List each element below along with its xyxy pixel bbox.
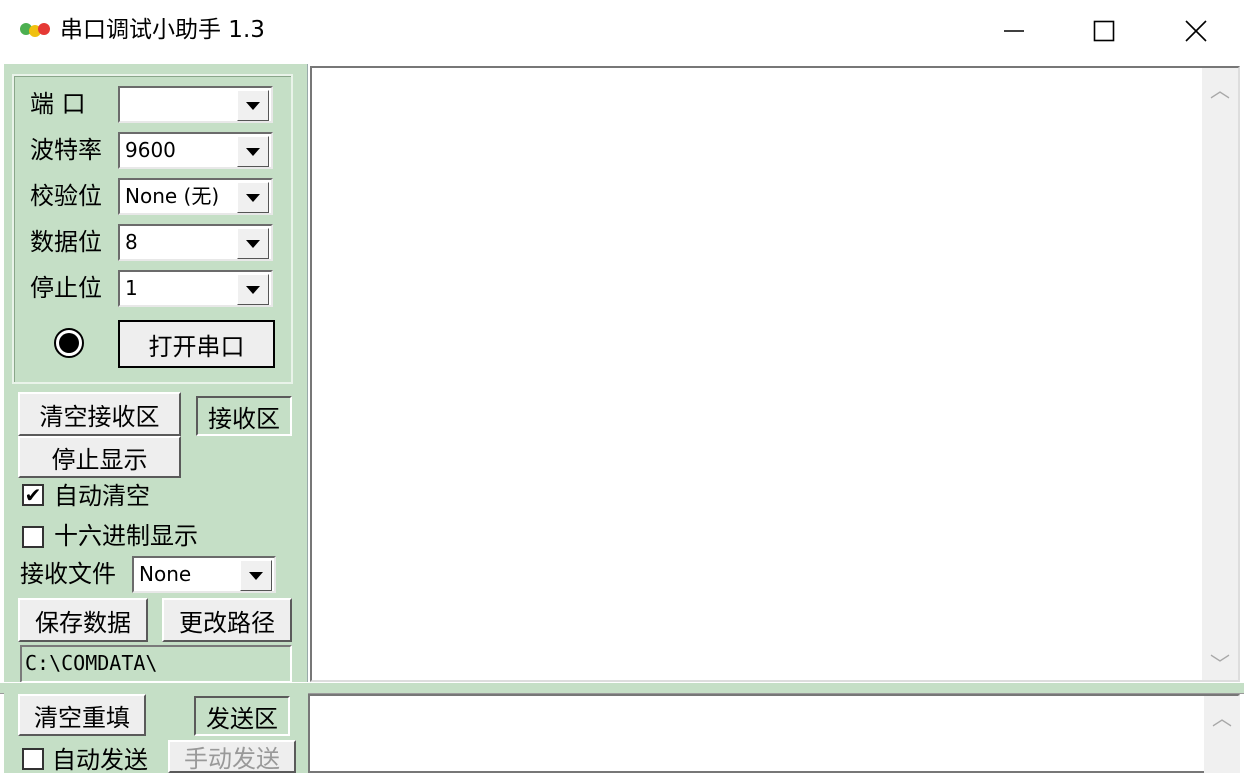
databits-label: 数据位 (30, 228, 102, 256)
chevron-down-icon (246, 239, 260, 248)
scroll-down-icon[interactable]: ﹀ (1210, 648, 1230, 677)
receive-file-dropdown-button[interactable] (240, 560, 272, 591)
close-button[interactable] (1150, 0, 1242, 62)
parity-label: 校验位 (30, 182, 102, 210)
maximize-button[interactable] (1058, 0, 1150, 62)
stopbits-select[interactable]: 1 (118, 270, 273, 307)
app-logo-icon (20, 23, 50, 37)
receive-scrollbar[interactable]: ︿ ﹀ (1202, 68, 1238, 680)
clear-send-button[interactable]: 清空重填 (18, 694, 146, 736)
close-icon (1185, 20, 1207, 42)
port-status-indicator-icon (54, 328, 84, 358)
clear-receive-button[interactable]: 清空接收区 (18, 392, 181, 436)
chevron-down-icon (249, 571, 263, 580)
chevron-down-icon (246, 101, 260, 110)
port-select[interactable] (118, 86, 273, 123)
stopbits-label: 停止位 (30, 274, 102, 302)
chevron-down-icon (246, 193, 260, 202)
stopbits-value: 1 (125, 276, 138, 300)
hex-display-checkbox[interactable] (22, 526, 44, 548)
baud-label: 波特率 (30, 136, 102, 164)
minimize-icon (1004, 30, 1024, 32)
scroll-up-icon[interactable]: ︿ (1212, 702, 1232, 731)
send-area-button[interactable]: 发送区 (194, 696, 290, 736)
baud-select[interactable]: 9600 (118, 132, 273, 169)
databits-value: 8 (125, 230, 138, 254)
parity-select[interactable]: None (无) (118, 178, 273, 215)
change-path-button[interactable]: 更改路径 (162, 598, 292, 642)
parity-value: None (无) (125, 184, 220, 208)
hex-display-label: 十六进制显示 (54, 522, 198, 550)
chevron-down-icon (246, 147, 260, 156)
port-dropdown-button[interactable] (237, 90, 269, 121)
auto-clear-checkbox[interactable]: ✔ (22, 484, 44, 506)
window-title: 串口调试小助手 1.3 (60, 17, 265, 43)
minimize-button[interactable] (968, 0, 1060, 62)
save-data-button[interactable]: 保存数据 (18, 598, 148, 642)
receive-area-button[interactable]: 接收区 (196, 396, 292, 436)
databits-select[interactable]: 8 (118, 224, 273, 261)
receive-textarea[interactable] (310, 66, 1240, 682)
receive-file-value: None (139, 562, 192, 586)
save-path-display: C:\COMDATA\ (20, 645, 292, 683)
baud-dropdown-button[interactable] (237, 136, 269, 167)
auto-send-label: 自动发送 (52, 746, 148, 774)
maximize-icon (1093, 20, 1115, 42)
send-textarea[interactable] (308, 694, 1240, 773)
port-label: 端 口 (30, 90, 86, 118)
databits-dropdown-button[interactable] (237, 228, 269, 259)
stopbits-dropdown-button[interactable] (237, 274, 269, 305)
receive-file-select[interactable]: None (132, 556, 276, 593)
baud-value: 9600 (125, 138, 176, 162)
parity-dropdown-button[interactable] (237, 182, 269, 213)
send-scrollbar[interactable]: ︿ (1204, 696, 1240, 773)
stop-display-button[interactable]: 停止显示 (18, 436, 181, 478)
auto-send-checkbox[interactable] (22, 748, 44, 770)
checkmark-icon: ✔ (24, 483, 42, 507)
auto-clear-label: 自动清空 (54, 482, 150, 510)
scroll-up-icon[interactable]: ︿ (1210, 74, 1230, 103)
receive-file-label: 接收文件 (20, 560, 116, 588)
chevron-down-icon (246, 285, 260, 294)
open-port-button[interactable]: 打开串口 (118, 320, 275, 368)
manual-send-button[interactable]: 手动发送 (168, 740, 296, 773)
